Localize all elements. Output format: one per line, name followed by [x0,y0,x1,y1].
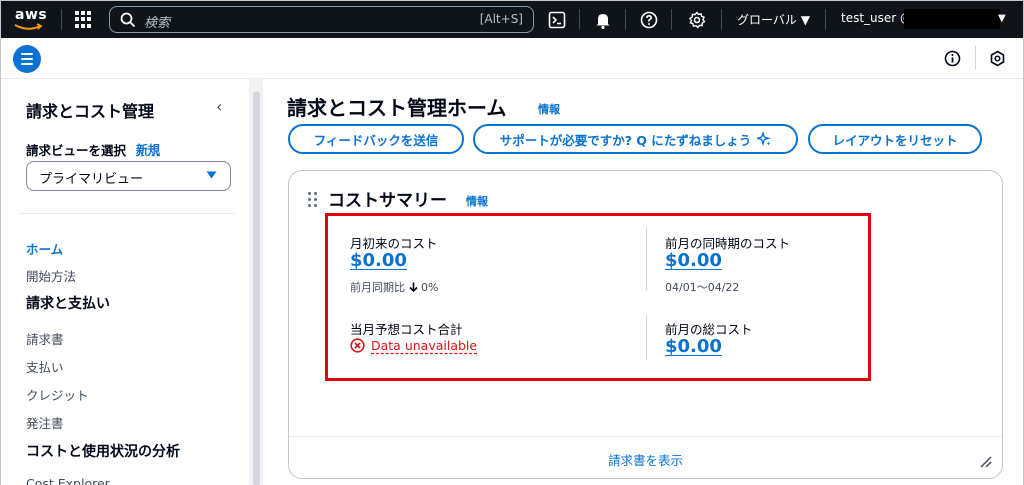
cloudshell-icon[interactable] [547,10,567,30]
send-feedback-button[interactable]: フィードバックを送信 [288,124,464,154]
mtd-compare: 前月同期比 0% [350,279,438,295]
sidebar-item-credits[interactable]: クレジット [26,385,89,404]
sidebar-item-bills[interactable]: 請求書 [26,329,64,348]
main-content: 請求とコスト管理ホーム 情報 フィードバックを送信 サポートが必要ですか? Q … [263,79,1023,485]
region-selector[interactable]: グローバル ▼ [737,11,810,28]
reset-layout-label: レイアウトをリセット [832,132,958,148]
nav-divider [671,9,672,30]
ask-q-label: サポートが必要ですか? Q にたずねましょう [499,132,752,148]
nav-divider [721,9,722,30]
prev-total-value[interactable]: $0.00 [665,336,722,357]
column-divider [646,227,647,291]
sidebar-title: 請求とコスト管理 [26,102,155,121]
billing-view-value: プライマリビュー [39,172,144,187]
cost-summary-card: コストサマリー 情報 月初来のコスト $0.00 前月同期比 0% 当月予想コス… [288,170,1003,479]
nav-divider [625,9,626,30]
page-info-link[interactable]: 情報 [538,101,560,117]
side-navigation: 請求とコスト管理 ‹ 請求ビューを選択 新規 プライマリビュー ホーム 開始方法… [1,79,249,485]
new-view-link[interactable]: 新規 [136,141,160,158]
sidebar-item-cost-explorer[interactable]: Cost Explorer [26,476,110,485]
chevron-down-icon[interactable]: ▼ [998,13,1006,24]
secondary-toolbar [1,38,1023,79]
column-divider [646,314,647,360]
settings-icon[interactable] [687,10,707,30]
ask-q-button[interactable]: サポートが必要ですか? Q にたずねましょう [473,124,798,154]
services-grid-icon[interactable] [75,11,92,28]
billing-view-select[interactable]: プライマリビュー [26,161,231,191]
sidebar-item-getting-started[interactable]: 開始方法 [26,266,76,285]
reset-layout-button[interactable]: レイアウトをリセット [808,124,982,154]
nav-divider [825,9,826,30]
info-icon[interactable] [944,50,961,67]
search-input[interactable]: 検索 [Alt+S] [109,6,534,33]
sidebar-item-payments[interactable]: 支払い [26,357,64,376]
cost-summary-info-link[interactable]: 情報 [466,193,488,209]
card-footer-divider [289,436,1002,437]
collapse-sidebar-icon[interactable]: ‹ [216,97,222,116]
top-navigation: aws 検索 [Alt+S] グローバル ▼ test_user @ ▼ [1,1,1023,38]
search-shortcut: [Alt+S] [479,12,523,26]
forecast-error[interactable]: Data unavailable [350,338,477,353]
sidebar-item-purchase-orders[interactable]: 発注書 [26,413,64,432]
forecast-cost-label: 当月予想コスト合計 [350,322,463,337]
sidebar-divider [19,213,235,214]
page-title: 請求とコスト管理ホーム [287,96,507,120]
forecast-error-text: Data unavailable [371,338,478,353]
toolbar-divider [975,46,976,70]
sidebar-section-billing-payments: 請求と支払い [26,296,110,312]
hexagon-icon[interactable] [989,50,1006,67]
sparkle-icon [757,132,772,146]
search-icon [120,12,136,28]
aws-smile-icon [14,23,43,30]
help-icon[interactable] [639,10,659,30]
nav-divider [61,9,62,30]
sidebar-item-home[interactable]: ホーム [26,239,63,258]
aws-logo[interactable]: aws [13,6,47,32]
account-menu[interactable]: test_user @ [841,11,912,25]
cost-summary-title: コストサマリー [328,191,447,211]
arrow-down-icon [408,282,418,293]
prev-same-period-value[interactable]: $0.00 [665,250,722,271]
send-feedback-label: フィードバックを送信 [313,132,439,148]
mtd-cost-value[interactable]: $0.00 [350,250,407,271]
mtd-compare-label: 前月同期比 [350,281,405,294]
search-placeholder: 検索 [144,16,171,31]
mtd-compare-value: 0% [421,281,439,294]
prev-same-period-range: 04/01〜04/22 [665,281,740,294]
view-bills-link[interactable]: 請求書を表示 [289,450,1002,469]
redacted-account-id [904,9,1000,29]
billing-view-label: 請求ビューを選択 [26,143,127,158]
nav-divider [579,9,580,30]
error-icon [350,338,365,353]
bell-icon[interactable] [593,10,613,30]
caret-down-icon [206,171,217,179]
aws-logo-text: aws [15,7,48,23]
resize-handle-icon[interactable] [980,456,992,468]
drag-handle-icon[interactable] [308,192,317,207]
menu-icon[interactable] [13,45,41,73]
sidebar-scrollbar[interactable] [253,91,260,485]
sidebar-section-cost-analysis: コストと使用状況の分析 [26,444,180,460]
